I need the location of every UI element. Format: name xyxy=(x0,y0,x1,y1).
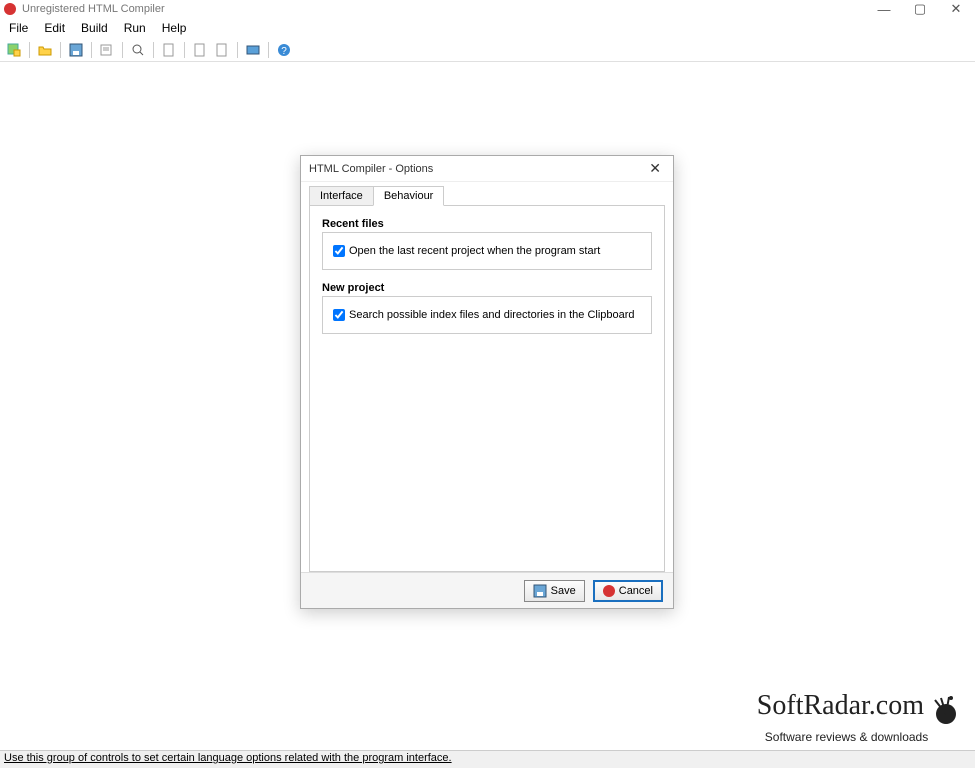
save-icon[interactable] xyxy=(66,40,86,60)
save-button-label: Save xyxy=(551,585,576,597)
cancel-button[interactable]: Cancel xyxy=(593,580,663,602)
tab-panel-behaviour: Recent files Open the last recent projec… xyxy=(309,205,665,572)
tab-behaviour[interactable]: Behaviour xyxy=(373,186,445,206)
recent-files-legend: Recent files xyxy=(322,218,652,230)
statusbar-text: Use this group of controls to set certai… xyxy=(4,752,452,764)
help-icon[interactable]: ? xyxy=(274,40,294,60)
cancel-button-label: Cancel xyxy=(619,585,653,597)
toolbar-separator xyxy=(91,42,92,58)
toolbar-separator xyxy=(237,42,238,58)
toolbar-separator xyxy=(122,42,123,58)
build-icon[interactable] xyxy=(97,40,117,60)
svg-text:?: ? xyxy=(281,46,287,57)
open-folder-icon[interactable] xyxy=(35,40,55,60)
titlebar: Unregistered HTML Compiler — ▢ ✕ xyxy=(0,0,975,18)
dialog-tabs: Interface Behaviour xyxy=(301,186,673,206)
document-icon[interactable] xyxy=(159,40,179,60)
radar-icon xyxy=(929,692,963,730)
settings-icon[interactable] xyxy=(243,40,263,60)
save-icon xyxy=(533,584,547,598)
tab-interface[interactable]: Interface xyxy=(309,186,374,206)
document2-icon[interactable] xyxy=(190,40,210,60)
menubar: File Edit Build Run Help xyxy=(0,18,975,38)
document3-icon[interactable] xyxy=(212,40,232,60)
app-icon xyxy=(4,3,16,15)
statusbar: Use this group of controls to set certai… xyxy=(0,750,975,768)
dialog-titlebar: HTML Compiler - Options ✕ xyxy=(301,156,673,182)
new-project-icon[interactable] xyxy=(4,40,24,60)
menu-file[interactable]: File xyxy=(2,20,35,36)
open-last-project-checkbox-row[interactable]: Open the last recent project when the pr… xyxy=(333,245,641,257)
search-clipboard-checkbox-row[interactable]: Search possible index files and director… xyxy=(333,309,641,321)
window-controls: — ▢ ✕ xyxy=(869,1,971,17)
toolbar-separator xyxy=(153,42,154,58)
toolbar: ? xyxy=(0,38,975,62)
watermark-sub: Software reviews & downloads xyxy=(765,730,963,744)
dialog-close-icon[interactable]: ✕ xyxy=(645,160,665,177)
save-button[interactable]: Save xyxy=(524,580,585,602)
toolbar-separator xyxy=(60,42,61,58)
watermark-text: SoftRadar.com xyxy=(757,690,924,721)
open-last-project-label: Open the last recent project when the pr… xyxy=(349,245,600,257)
open-last-project-checkbox[interactable] xyxy=(333,245,345,257)
new-project-group: Search possible index files and director… xyxy=(322,296,652,334)
maximize-button[interactable]: ▢ xyxy=(905,1,935,17)
window-title: Unregistered HTML Compiler xyxy=(22,3,869,15)
close-button[interactable]: ✕ xyxy=(941,1,971,17)
toolbar-separator xyxy=(268,42,269,58)
dialog-footer: Save Cancel xyxy=(301,572,673,608)
search-icon[interactable] xyxy=(128,40,148,60)
search-clipboard-checkbox[interactable] xyxy=(333,309,345,321)
minimize-button[interactable]: — xyxy=(869,2,899,17)
menu-help[interactable]: Help xyxy=(155,20,194,36)
new-project-legend: New project xyxy=(322,282,652,294)
toolbar-separator xyxy=(184,42,185,58)
menu-build[interactable]: Build xyxy=(74,20,115,36)
menu-run[interactable]: Run xyxy=(117,20,153,36)
dialog-title: HTML Compiler - Options xyxy=(309,163,645,175)
watermark: SoftRadar.com Software reviews & downloa… xyxy=(757,690,963,744)
options-dialog: HTML Compiler - Options ✕ Interface Beha… xyxy=(300,155,674,609)
cancel-icon xyxy=(603,585,615,597)
search-clipboard-label: Search possible index files and director… xyxy=(349,309,635,321)
menu-edit[interactable]: Edit xyxy=(37,20,72,36)
toolbar-separator xyxy=(29,42,30,58)
recent-files-group: Open the last recent project when the pr… xyxy=(322,232,652,270)
